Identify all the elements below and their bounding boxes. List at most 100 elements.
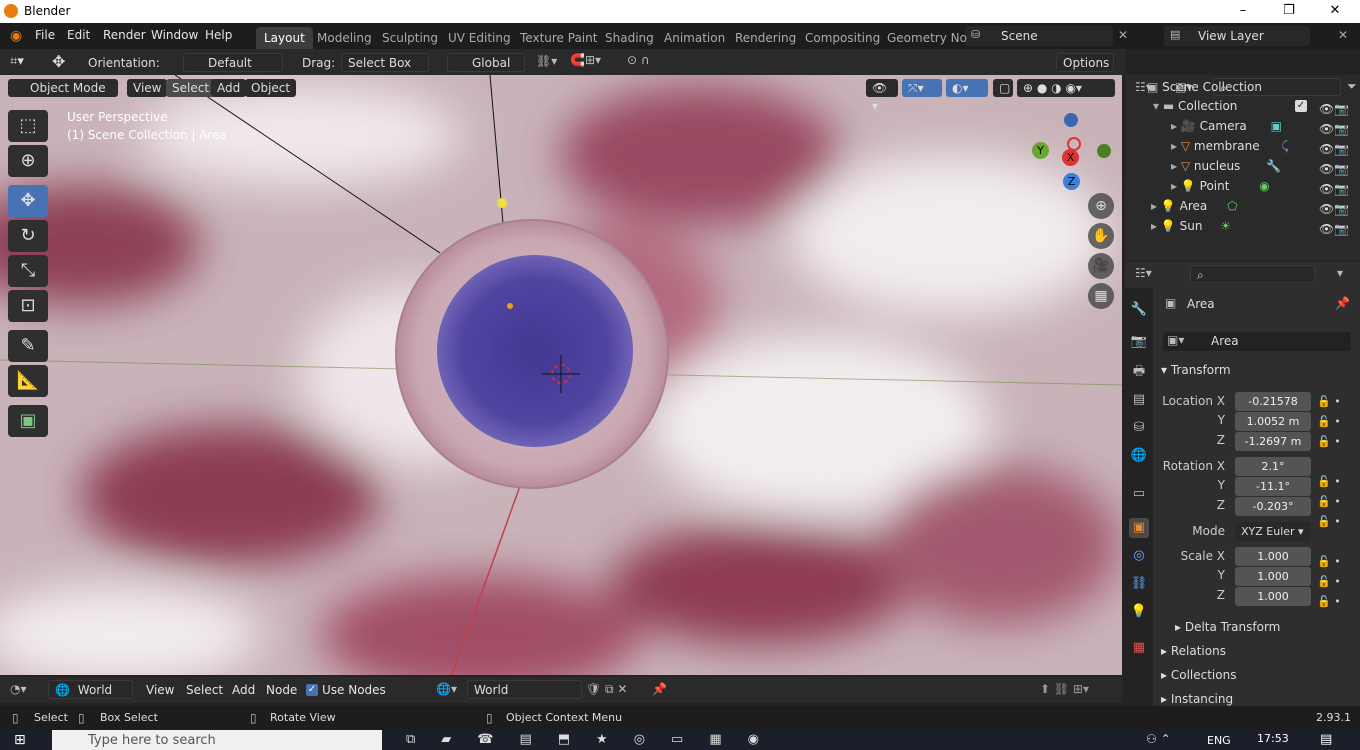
collections-header[interactable]: ▸ Collections [1161, 668, 1236, 682]
scale-tool-icon[interactable]: ⤡ [8, 255, 48, 287]
location-z-field[interactable]: -1.2697 m [1235, 432, 1311, 451]
shader-menu-view[interactable]: View [146, 683, 174, 697]
rotation-y-field[interactable]: -11.1° [1235, 477, 1311, 496]
close-button[interactable]: ✕ [1320, 2, 1350, 20]
close-scene-icon[interactable]: ✕ [1118, 28, 1128, 42]
collection-tab-icon[interactable]: ▭ [1129, 484, 1149, 504]
3d-viewport[interactable]: Object Mode View Select Add Object 👁▾ ⤧▾… [0, 75, 1122, 675]
tab-shading[interactable]: Shading [597, 27, 662, 49]
notifications-icon[interactable]: ▤ [1320, 732, 1332, 747]
instancing-header[interactable]: ▸ Instancing [1161, 692, 1233, 706]
outliner-item-point[interactable]: ▸ 💡 Point ◉ [1171, 176, 1270, 196]
object-name-field[interactable]: ▣▾ Area [1163, 332, 1351, 351]
zoom-icon[interactable]: ⊕ [1088, 193, 1114, 219]
tool-tab-icon[interactable]: 🔧 [1129, 300, 1149, 320]
shader-menu-select[interactable]: Select [186, 683, 223, 697]
language-indicator[interactable]: ENG [1207, 734, 1231, 747]
pin-icon[interactable]: 📌 [1335, 296, 1350, 310]
gizmo-z-icon[interactable]: Z [1063, 173, 1080, 190]
scene-selector[interactable]: ⛁ Scene [965, 26, 1113, 46]
tab-sculpting[interactable]: Sculpting [374, 27, 446, 49]
render-tab-icon[interactable]: 📷 [1129, 332, 1149, 352]
collection-checkbox[interactable]: ✓ [1295, 100, 1307, 112]
tab-animation[interactable]: Animation [656, 27, 733, 49]
outliner-item-camera[interactable]: ▸ 🎥 Camera ▣ [1171, 116, 1282, 136]
scale-z-field[interactable]: 1.000 [1235, 587, 1311, 606]
viewport-menu-add[interactable]: Add [211, 79, 247, 97]
rotation-z-field[interactable]: -0.203° [1235, 497, 1311, 516]
physics-tab-icon[interactable]: ◎ [1129, 546, 1149, 566]
viewport-menu-object[interactable]: Object [245, 79, 297, 97]
tab-geometry-nodes[interactable]: Geometry No [879, 27, 975, 49]
drag-dropdown[interactable]: Select Box [341, 53, 429, 72]
maximize-button[interactable]: ❐ [1274, 2, 1304, 20]
outliner-item-sun[interactable]: ▸ 💡 Sun ☀ [1151, 216, 1231, 236]
gizmo-y-icon[interactable]: Y [1032, 142, 1049, 159]
collection-row[interactable]: ▾ ▬ Collection [1153, 96, 1237, 116]
world-browse-icon[interactable]: 🌐▾ [436, 682, 457, 696]
properties-search-input[interactable]: ⌕ [1190, 265, 1315, 283]
overlay-toggle-icon[interactable]: ◐▾ [946, 79, 988, 97]
relations-header[interactable]: ▸ Relations [1161, 644, 1226, 658]
output-tab-icon[interactable]: 🖶 [1129, 362, 1149, 382]
lock-icons[interactable]: 🔓 • 🔓 • 🔓 • 🔓 • 🔓 • 🔓 • 🔓 • 🔓 • 🔓 • [1317, 392, 1341, 612]
visibility-column[interactable]: 👁📷 👁📷 👁📷 👁📷 👁📷 👁📷 👁📷 [1319, 99, 1349, 239]
xray-icon[interactable]: ▢ [993, 79, 1013, 97]
annotate-tool-icon[interactable]: ✎ [8, 330, 48, 362]
camera-view-icon[interactable]: 🎥 [1088, 253, 1114, 279]
measure-tool-icon[interactable]: 📐 [8, 365, 48, 397]
texture-tab-icon[interactable]: ▦ [1129, 638, 1149, 658]
proportional-edit-icon[interactable]: ⊙ ∩ [627, 53, 650, 67]
scene-collection-row[interactable]: ▣ Scene Collection [1147, 77, 1262, 97]
taskbar-app-icons[interactable]: ⧉▰☎▤⬒★◎▭▦◉ [406, 732, 785, 747]
object-tab-icon[interactable]: ▣ [1129, 518, 1149, 538]
rotation-mode-dropdown[interactable]: XYZ Euler ▾ [1235, 522, 1311, 541]
world-name-field[interactable]: World [467, 680, 582, 699]
use-nodes-checkbox[interactable]: ✓ [306, 684, 318, 696]
clock[interactable]: 17:53 [1257, 732, 1289, 745]
world-actions-icons[interactable]: 🛡 ⧉ ✕ [586, 682, 628, 697]
ortho-grid-icon[interactable]: ▦ [1088, 283, 1114, 309]
cursor-tool-icon[interactable]: ⊕ [8, 145, 48, 177]
mode-dropdown[interactable]: Object Mode [8, 79, 118, 97]
tray-icons[interactable]: ⚇ ⌃ [1146, 732, 1171, 746]
gizmo-toggle-icon[interactable]: ⤧▾ [902, 79, 942, 97]
tab-layout[interactable]: Layout [256, 27, 313, 49]
visibility-icon[interactable]: 👁▾ [866, 79, 898, 113]
shader-pin-icon[interactable]: 📌 [652, 682, 667, 696]
location-x-field[interactable]: -0.21578 [1235, 392, 1311, 411]
scene-tab-icon[interactable]: ⛁ [1129, 418, 1149, 438]
transform-orientation-dropdown[interactable]: Global [447, 53, 525, 72]
scale-y-field[interactable]: 1.000 [1235, 567, 1311, 586]
gizmo-neg-y-icon[interactable] [1097, 144, 1111, 158]
navigation-gizmo[interactable]: X Y Z [1030, 109, 1120, 199]
menu-help[interactable]: Help [205, 28, 232, 42]
transform-section-header[interactable]: ▾ Transform [1161, 363, 1231, 377]
menu-window[interactable]: Window [151, 28, 198, 42]
view-layer-selector[interactable]: ▤ View Layer [1164, 26, 1310, 46]
select-box-tool-icon[interactable]: ⬚ [8, 110, 48, 142]
blender-menu-icon[interactable]: ◉ [10, 28, 22, 44]
add-cube-tool-icon[interactable]: ▣ [8, 405, 48, 437]
snap-icon[interactable]: 🧲⊞▾ [570, 53, 601, 67]
constraints-tab-icon[interactable]: ⛓ [1129, 574, 1149, 594]
menu-file[interactable]: File [35, 28, 55, 42]
pivot-icon[interactable]: ⛓▾ [536, 54, 557, 68]
rotate-tool-icon[interactable]: ↻ [8, 220, 48, 252]
menu-edit[interactable]: Edit [67, 28, 90, 42]
gizmo-neg-z-icon[interactable] [1064, 113, 1078, 127]
shader-right-icons[interactable]: ⬆ ⛓ ⊞▾ [1040, 682, 1089, 696]
tab-compositing[interactable]: Compositing [797, 27, 888, 49]
menu-render[interactable]: Render [103, 28, 146, 42]
object-data-tab-icon[interactable]: 💡 [1129, 602, 1149, 622]
orientation-dropdown[interactable]: Default [183, 53, 283, 72]
tab-uv-editing[interactable]: UV Editing [440, 27, 519, 49]
location-y-field[interactable]: 1.0052 m [1235, 412, 1311, 431]
tab-modeling[interactable]: Modeling [309, 27, 380, 49]
properties-options-icon[interactable]: ▾ [1337, 266, 1343, 280]
close-view-layer-icon[interactable]: ✕ [1338, 28, 1348, 42]
scale-x-field[interactable]: 1.000 [1235, 547, 1311, 566]
pan-hand-icon[interactable]: ✋ [1088, 223, 1114, 249]
shader-menu-add[interactable]: Add [232, 683, 255, 697]
transform-tool-icon[interactable]: ⊡ [8, 290, 48, 322]
